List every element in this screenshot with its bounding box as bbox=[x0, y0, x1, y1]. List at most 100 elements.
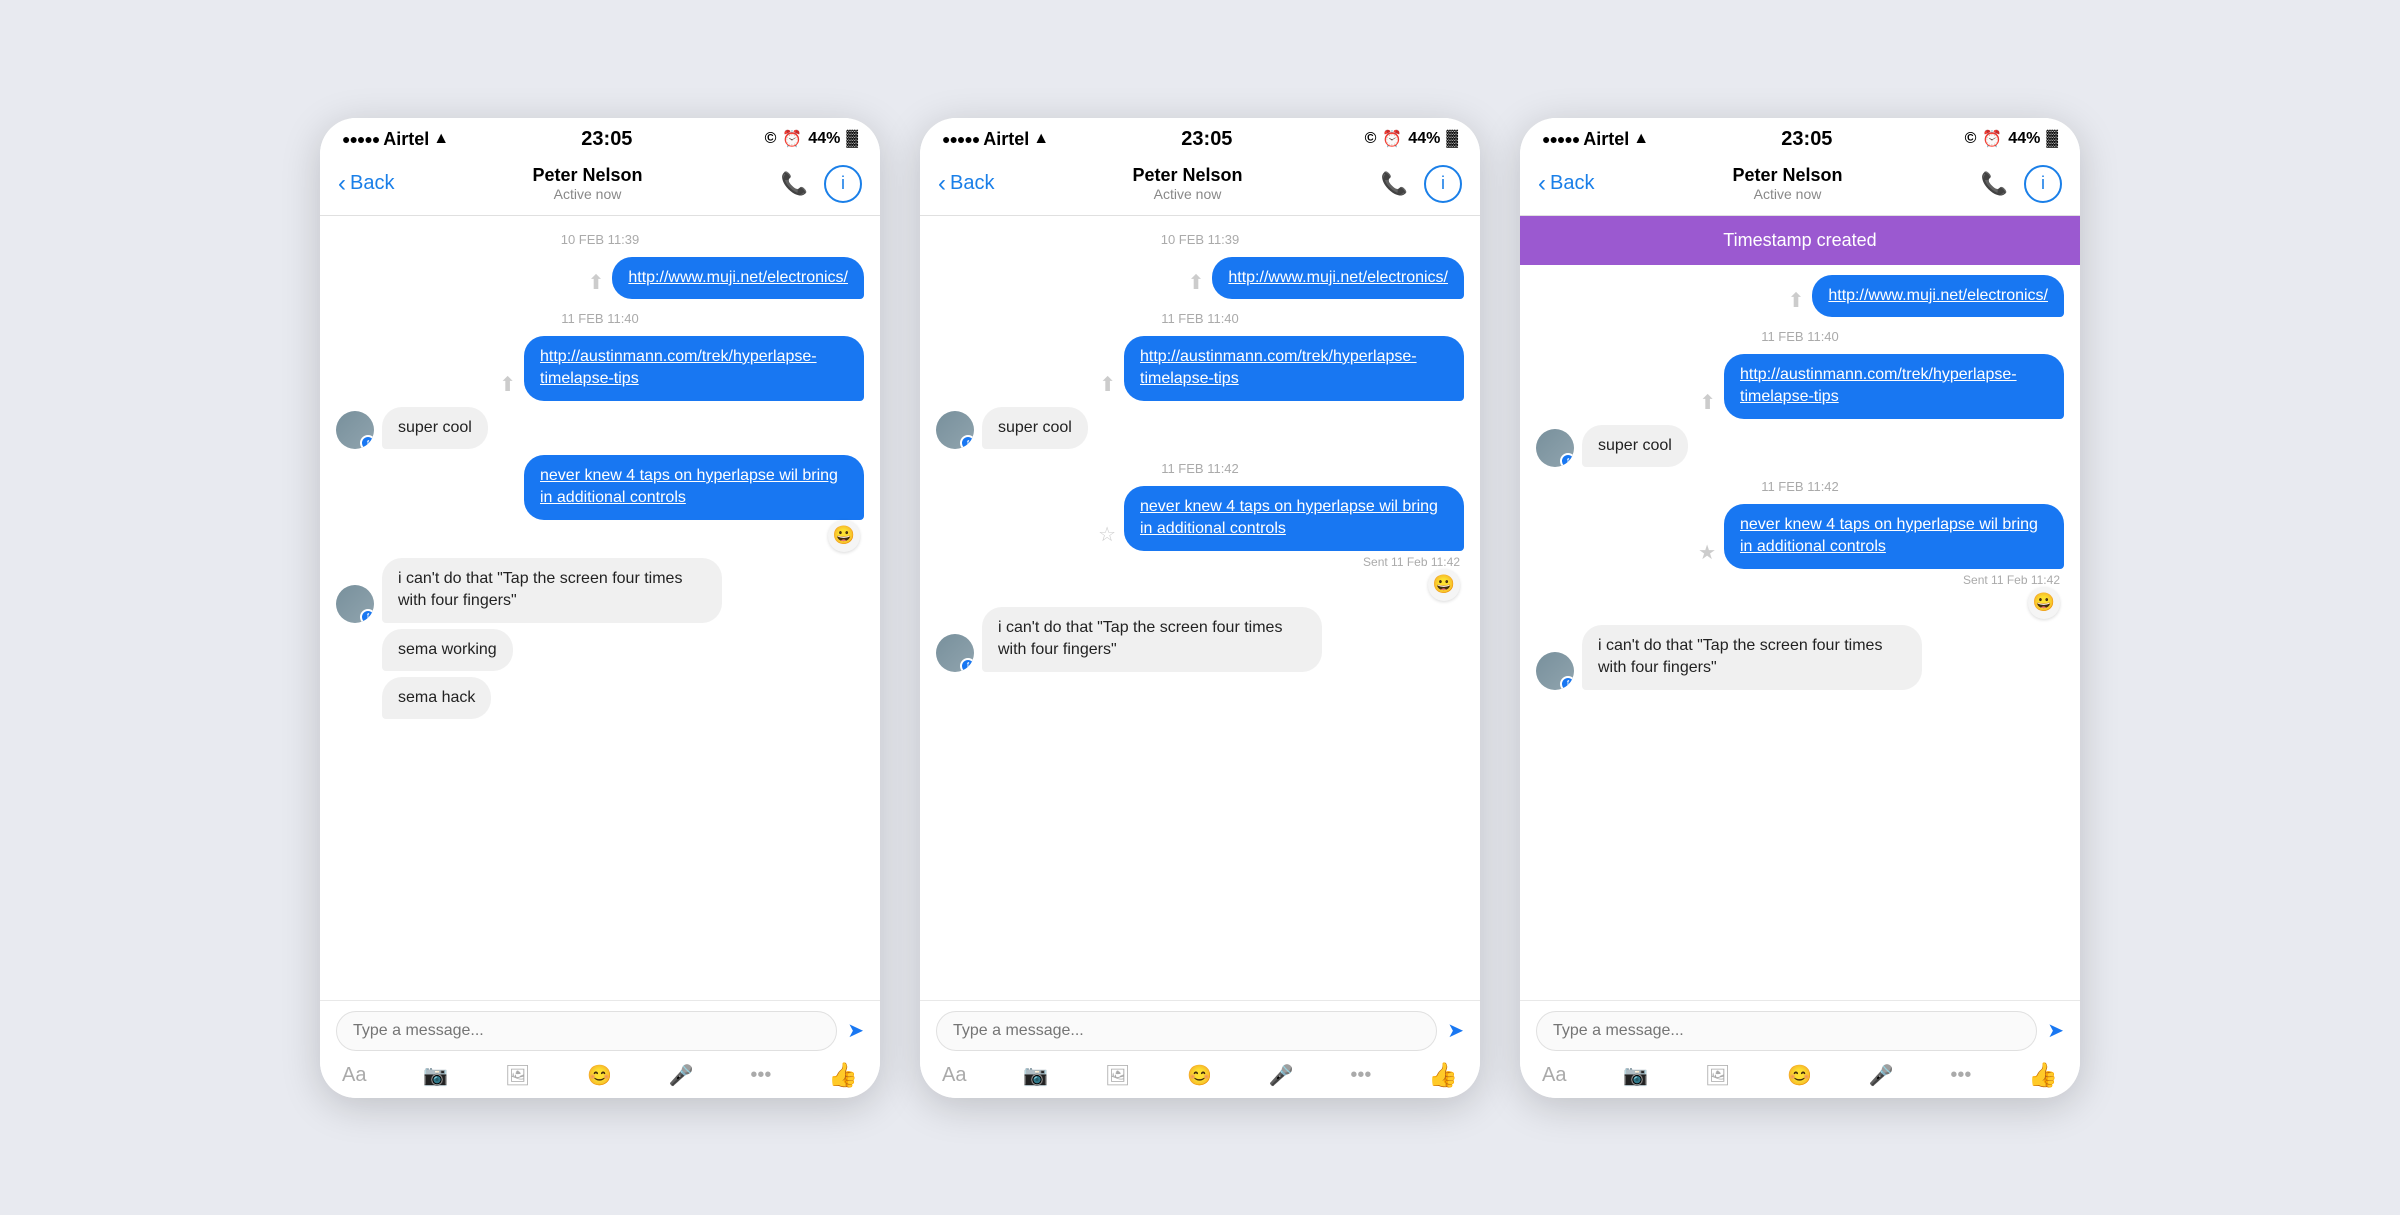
send-icon-3[interactable]: ➤ bbox=[2047, 1018, 2064, 1043]
back-button-3[interactable]: ‹ Back bbox=[1538, 170, 1594, 198]
toolbar-aa-1[interactable]: Aa bbox=[342, 1064, 366, 1087]
share-icon-1a[interactable]: ⬆ bbox=[588, 270, 605, 295]
msg-row-in-cantdo-2: f i can't do that "Tap the screen four t… bbox=[936, 607, 1464, 672]
date-label-2c: 11 FEB 11:42 bbox=[936, 461, 1464, 476]
nav-actions-3: 📞 i bbox=[1981, 165, 2062, 203]
star-icon-2[interactable]: ☆ bbox=[1098, 522, 1116, 547]
bubble-out-link1-2[interactable]: http://www.muji.net/electronics/ bbox=[1212, 257, 1464, 299]
toolbar-gallery-2[interactable]: 🖼 bbox=[1105, 1063, 1130, 1088]
avatar-1a: f bbox=[336, 411, 374, 449]
toolbar-camera-2[interactable]: 📷 bbox=[1023, 1063, 1048, 1088]
toolbar-row-3: Aa 📷 🖼 😊 🎤 ••• 👍 bbox=[1536, 1061, 2064, 1090]
bubble-out-link1-3[interactable]: http://www.muji.net/electronics/ bbox=[1812, 275, 2064, 317]
toolbar-more-3[interactable]: ••• bbox=[1950, 1064, 1971, 1087]
toolbar-like-1[interactable]: 👍 bbox=[828, 1061, 858, 1090]
msg-row-in-sema1: sema working bbox=[336, 629, 864, 671]
toolbar-emoji-3[interactable]: 😊 bbox=[1787, 1063, 1812, 1088]
send-icon-1[interactable]: ➤ bbox=[847, 1018, 864, 1043]
chevron-left-icon-1: ‹ bbox=[338, 170, 346, 198]
date-label-2a: 10 FEB 11:39 bbox=[936, 232, 1464, 247]
bubble-out-hyperlapse-3: never knew 4 taps on hyperlapse wil brin… bbox=[1724, 504, 2064, 569]
back-label-1: Back bbox=[350, 172, 394, 195]
battery-icon-3: ▓ bbox=[2046, 130, 2058, 148]
bubble-out-link1[interactable]: http://www.muji.net/electronics/ bbox=[612, 257, 864, 299]
chevron-left-icon-2: ‹ bbox=[938, 170, 946, 198]
info-symbol-2: i bbox=[1441, 173, 1445, 194]
signal-dots-1: ●●●●● bbox=[342, 131, 379, 147]
info-icon-1[interactable]: i bbox=[824, 165, 862, 203]
reaction-emoji-3[interactable]: 😀 bbox=[2028, 587, 2060, 619]
msg-row-out-hyperlapse-2: ☆ never knew 4 taps on hyperlapse wil br… bbox=[936, 486, 1464, 551]
info-icon-3[interactable]: i bbox=[2024, 165, 2062, 203]
time-2: 23:05 bbox=[1181, 128, 1232, 151]
bubble-out-link2-3[interactable]: http://austinmann.com/trek/hyperlapse-ti… bbox=[1724, 354, 2064, 419]
copyright-icon-1: © bbox=[765, 130, 777, 148]
contact-name-2: Peter Nelson bbox=[1133, 165, 1243, 186]
wifi-icon-1: ▲ bbox=[433, 130, 449, 148]
toolbar-aa-3[interactable]: Aa bbox=[1542, 1064, 1566, 1087]
date-label-1b: 11 FEB 11:40 bbox=[336, 311, 864, 326]
share-icon-3b[interactable]: ⬆ bbox=[1699, 390, 1716, 415]
carrier-2: Airtel bbox=[983, 129, 1029, 150]
input-area-3: ➤ Aa 📷 🖼 😊 🎤 ••• 👍 bbox=[1520, 1000, 2080, 1098]
toolbar-mic-1[interactable]: 🎤 bbox=[669, 1063, 694, 1088]
toolbar-more-1[interactable]: ••• bbox=[750, 1064, 771, 1087]
toolbar-emoji-2[interactable]: 😊 bbox=[1187, 1063, 1212, 1088]
back-button-2[interactable]: ‹ Back bbox=[938, 170, 994, 198]
send-icon-2[interactable]: ➤ bbox=[1447, 1018, 1464, 1043]
toolbar-camera-3[interactable]: 📷 bbox=[1623, 1063, 1648, 1088]
message-input-2[interactable] bbox=[936, 1011, 1437, 1051]
messenger-badge-1a: f bbox=[360, 435, 374, 449]
toolbar-more-2[interactable]: ••• bbox=[1350, 1064, 1371, 1087]
bubble-in-sema2: sema hack bbox=[382, 677, 491, 719]
alarm-icon-2: ⏰ bbox=[1382, 129, 1402, 149]
input-area-1: ➤ Aa 📷 🖼 😊 🎤 ••• 👍 bbox=[320, 1000, 880, 1098]
toolbar-mic-3[interactable]: 🎤 bbox=[1869, 1063, 1894, 1088]
bubble-out-link2-2[interactable]: http://austinmann.com/trek/hyperlapse-ti… bbox=[1124, 336, 1464, 401]
toolbar-emoji-1[interactable]: 😊 bbox=[587, 1063, 612, 1088]
toolbar-like-3[interactable]: 👍 bbox=[2028, 1061, 2058, 1090]
share-icon-2a[interactable]: ⬆ bbox=[1188, 270, 1205, 295]
info-icon-2[interactable]: i bbox=[1424, 165, 1462, 203]
nav-center-1: Peter Nelson Active now bbox=[533, 165, 643, 202]
nav-actions-1: 📞 i bbox=[781, 165, 862, 203]
star-icon-3[interactable]: ★ bbox=[1698, 540, 1716, 565]
bubble-out-link2[interactable]: http://austinmann.com/trek/hyperlapse-ti… bbox=[524, 336, 864, 401]
phone-icon-1[interactable]: 📞 bbox=[781, 171, 808, 197]
toolbar-mic-2[interactable]: 🎤 bbox=[1269, 1063, 1294, 1088]
toolbar-gallery-3[interactable]: 🖼 bbox=[1705, 1063, 1730, 1088]
msg-row-out-link1-3: ⬆ http://www.muji.net/electronics/ bbox=[1536, 275, 2064, 317]
time-1: 23:05 bbox=[581, 128, 632, 151]
input-row-3: ➤ bbox=[1536, 1011, 2064, 1051]
phone-icon-3[interactable]: 📞 bbox=[1981, 171, 2008, 197]
messenger-badge-2a: f bbox=[960, 435, 974, 449]
toolbar-aa-2[interactable]: Aa bbox=[942, 1064, 966, 1087]
reaction-emoji-1[interactable]: 😀 bbox=[828, 520, 860, 552]
phone-2: ●●●●● Airtel ▲ 23:05 © ⏰ 44% ▓ ‹ Back Pe… bbox=[920, 118, 1480, 1098]
msg-row-out-hyperlapse-3: ★ never knew 4 taps on hyperlapse wil br… bbox=[1536, 504, 2064, 569]
reaction-emoji-2[interactable]: 😀 bbox=[1428, 569, 1460, 601]
message-input-3[interactable] bbox=[1536, 1011, 2037, 1051]
status-left-2: ●●●●● Airtel ▲ bbox=[942, 129, 1049, 150]
contact-name-1: Peter Nelson bbox=[533, 165, 643, 186]
message-input-1[interactable] bbox=[336, 1011, 837, 1051]
toolbar-camera-1[interactable]: 📷 bbox=[423, 1063, 448, 1088]
sent-label-2: Sent 11 Feb 11:42 bbox=[936, 555, 1460, 569]
active-status-1: Active now bbox=[533, 186, 643, 202]
input-area-2: ➤ Aa 📷 🖼 😊 🎤 ••• 👍 bbox=[920, 1000, 1480, 1098]
messenger-badge-3a: f bbox=[1560, 453, 1574, 467]
nav-actions-2: 📞 i bbox=[1381, 165, 1462, 203]
phone-icon-2[interactable]: 📞 bbox=[1381, 171, 1408, 197]
status-left-3: ●●●●● Airtel ▲ bbox=[1542, 129, 1649, 150]
toolbar-like-2[interactable]: 👍 bbox=[1428, 1061, 1458, 1090]
toolbar-row-2: Aa 📷 🖼 😊 🎤 ••• 👍 bbox=[936, 1061, 1464, 1090]
reaction-row-1: 😀 bbox=[336, 520, 860, 552]
share-icon-1b[interactable]: ⬆ bbox=[499, 372, 516, 397]
back-button-1[interactable]: ‹ Back bbox=[338, 170, 394, 198]
share-icon-3a[interactable]: ⬆ bbox=[1788, 288, 1805, 313]
input-row-1: ➤ bbox=[336, 1011, 864, 1051]
nav-center-2: Peter Nelson Active now bbox=[1133, 165, 1243, 202]
toolbar-gallery-1[interactable]: 🖼 bbox=[505, 1063, 530, 1088]
share-icon-2b[interactable]: ⬆ bbox=[1099, 372, 1116, 397]
time-3: 23:05 bbox=[1781, 128, 1832, 151]
